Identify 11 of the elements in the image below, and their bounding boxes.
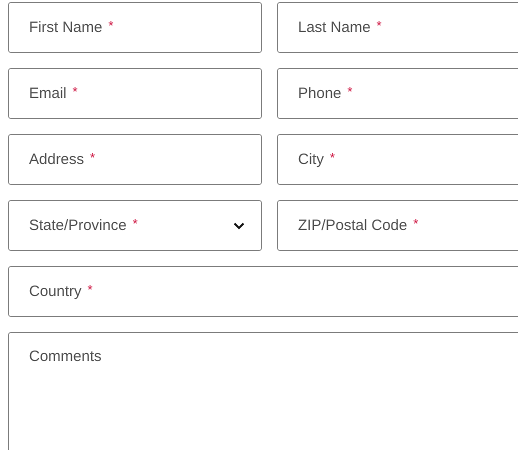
- input-field[interactable]: Email *: [8, 68, 262, 119]
- state-dropdown[interactable]: State/Province *: [8, 200, 262, 251]
- input-field[interactable]: Phone *: [277, 68, 518, 119]
- chevron-down-icon: [233, 222, 245, 230]
- comments-textarea[interactable]: Comments: [8, 332, 518, 450]
- input-field[interactable]: First Name *: [8, 2, 262, 53]
- input-field[interactable]: Address *: [8, 134, 262, 185]
- input-field[interactable]: Country *: [8, 266, 518, 317]
- input-field[interactable]: City *: [277, 134, 518, 185]
- input-field[interactable]: ZIP/Postal Code *: [277, 200, 518, 251]
- input-field[interactable]: Last Name *: [277, 2, 518, 53]
